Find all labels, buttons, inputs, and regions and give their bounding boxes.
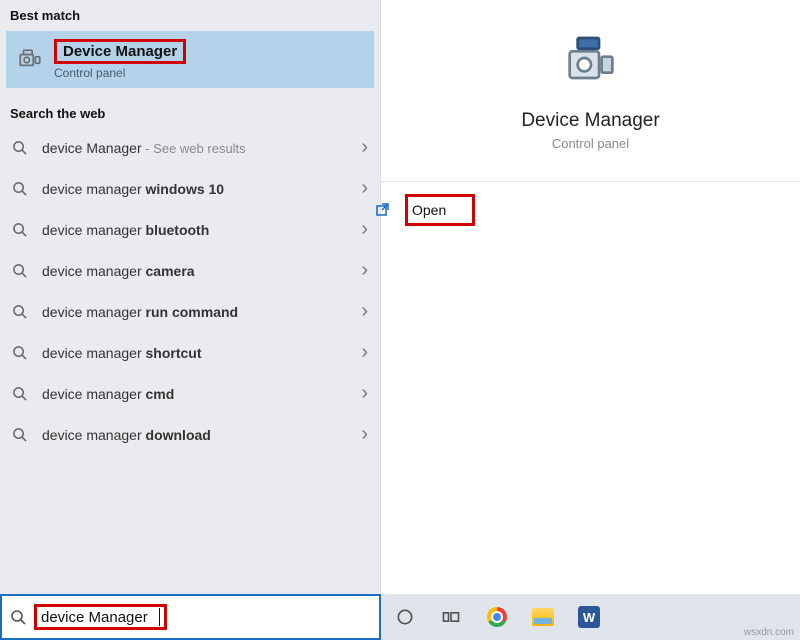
suggestion-item[interactable]: device manager bluetooth› bbox=[0, 209, 380, 250]
chevron-right-icon: › bbox=[361, 423, 368, 446]
highlight-box: Device Manager bbox=[54, 39, 186, 64]
suggestion-item[interactable]: device manager camera› bbox=[0, 250, 380, 291]
chevron-right-icon: › bbox=[361, 136, 368, 159]
search-icon bbox=[12, 140, 28, 156]
suggestion-item[interactable]: device manager run command› bbox=[0, 291, 380, 332]
best-match-title: Device Manager bbox=[63, 43, 177, 60]
suggestion-item[interactable]: device manager download› bbox=[0, 414, 380, 455]
search-icon bbox=[12, 427, 28, 443]
best-match-device-manager[interactable]: Device Manager Control panel bbox=[6, 31, 374, 88]
best-match-header: Best match bbox=[0, 0, 380, 29]
suggestion-label: device manager download bbox=[42, 427, 361, 443]
search-icon bbox=[12, 345, 28, 361]
chevron-right-icon: › bbox=[361, 259, 368, 282]
suggestion-label: device Manager - See web results bbox=[42, 140, 361, 156]
suggestion-list: device Manager - See web results›device … bbox=[0, 127, 380, 455]
suggestion-label: device manager shortcut bbox=[42, 345, 361, 361]
suggestion-item[interactable]: device Manager - See web results› bbox=[0, 127, 380, 168]
search-web-header: Search the web bbox=[0, 98, 380, 127]
search-icon bbox=[12, 222, 28, 238]
suggestion-label: device manager bluetooth bbox=[42, 222, 361, 238]
chevron-right-icon: › bbox=[361, 341, 368, 364]
best-match-subtitle: Control panel bbox=[54, 66, 186, 80]
chevron-right-icon: › bbox=[361, 300, 368, 323]
suggestion-label: device manager windows 10 bbox=[42, 181, 361, 197]
search-icon bbox=[12, 181, 28, 197]
details-subtitle: Control panel bbox=[552, 136, 629, 151]
device-manager-large-icon bbox=[559, 30, 623, 94]
search-results-panel: Best match Device Manager Control panel … bbox=[0, 0, 381, 594]
suggestion-label: device manager camera bbox=[42, 263, 361, 279]
text-caret bbox=[159, 608, 160, 626]
search-input[interactable] bbox=[41, 609, 161, 626]
open-label: Open bbox=[412, 202, 446, 218]
search-bar[interactable] bbox=[0, 594, 381, 640]
search-icon bbox=[10, 609, 26, 625]
file-explorer-icon[interactable] bbox=[531, 605, 555, 629]
suggestion-item[interactable]: device manager cmd› bbox=[0, 373, 380, 414]
device-manager-icon bbox=[16, 46, 44, 74]
chrome-icon[interactable] bbox=[485, 605, 509, 629]
suggestion-item[interactable]: device manager shortcut› bbox=[0, 332, 380, 373]
search-icon bbox=[12, 386, 28, 402]
open-action[interactable]: Open bbox=[405, 194, 475, 226]
taskbar: W bbox=[381, 594, 800, 640]
search-icon bbox=[12, 263, 28, 279]
details-title: Device Manager bbox=[521, 110, 659, 132]
chevron-right-icon: › bbox=[361, 177, 368, 200]
suggestion-label: device manager cmd bbox=[42, 386, 361, 402]
watermark: wsxdn.com bbox=[744, 627, 794, 638]
task-view-icon[interactable] bbox=[439, 605, 463, 629]
suggestion-label: device manager run command bbox=[42, 304, 361, 320]
open-icon bbox=[375, 202, 391, 218]
cortana-icon[interactable] bbox=[393, 605, 417, 629]
word-icon[interactable]: W bbox=[577, 605, 601, 629]
highlight-box bbox=[34, 604, 167, 630]
chevron-right-icon: › bbox=[361, 382, 368, 405]
suggestion-item[interactable]: device manager windows 10› bbox=[0, 168, 380, 209]
search-icon bbox=[12, 304, 28, 320]
chevron-right-icon: › bbox=[361, 218, 368, 241]
details-panel: Device Manager Control panel Open bbox=[381, 0, 800, 594]
